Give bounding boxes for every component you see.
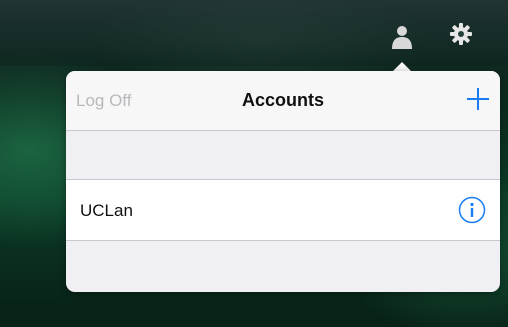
add-account-button[interactable]	[464, 85, 492, 113]
popover-header: Log Off Accounts	[66, 71, 500, 131]
account-row[interactable]: UCLan	[66, 180, 500, 241]
user-icon[interactable]	[390, 24, 414, 50]
accounts-popover: Log Off Accounts UCLan	[66, 71, 500, 292]
gear-icon[interactable]	[449, 22, 473, 48]
account-name: UCLan	[80, 201, 133, 220]
section-spacer	[66, 131, 500, 180]
top-toolbar	[0, 0, 508, 66]
popover-title: Accounts	[241, 90, 324, 110]
info-icon	[458, 196, 486, 224]
account-info-button[interactable]	[458, 196, 486, 224]
plus-icon	[467, 88, 489, 110]
